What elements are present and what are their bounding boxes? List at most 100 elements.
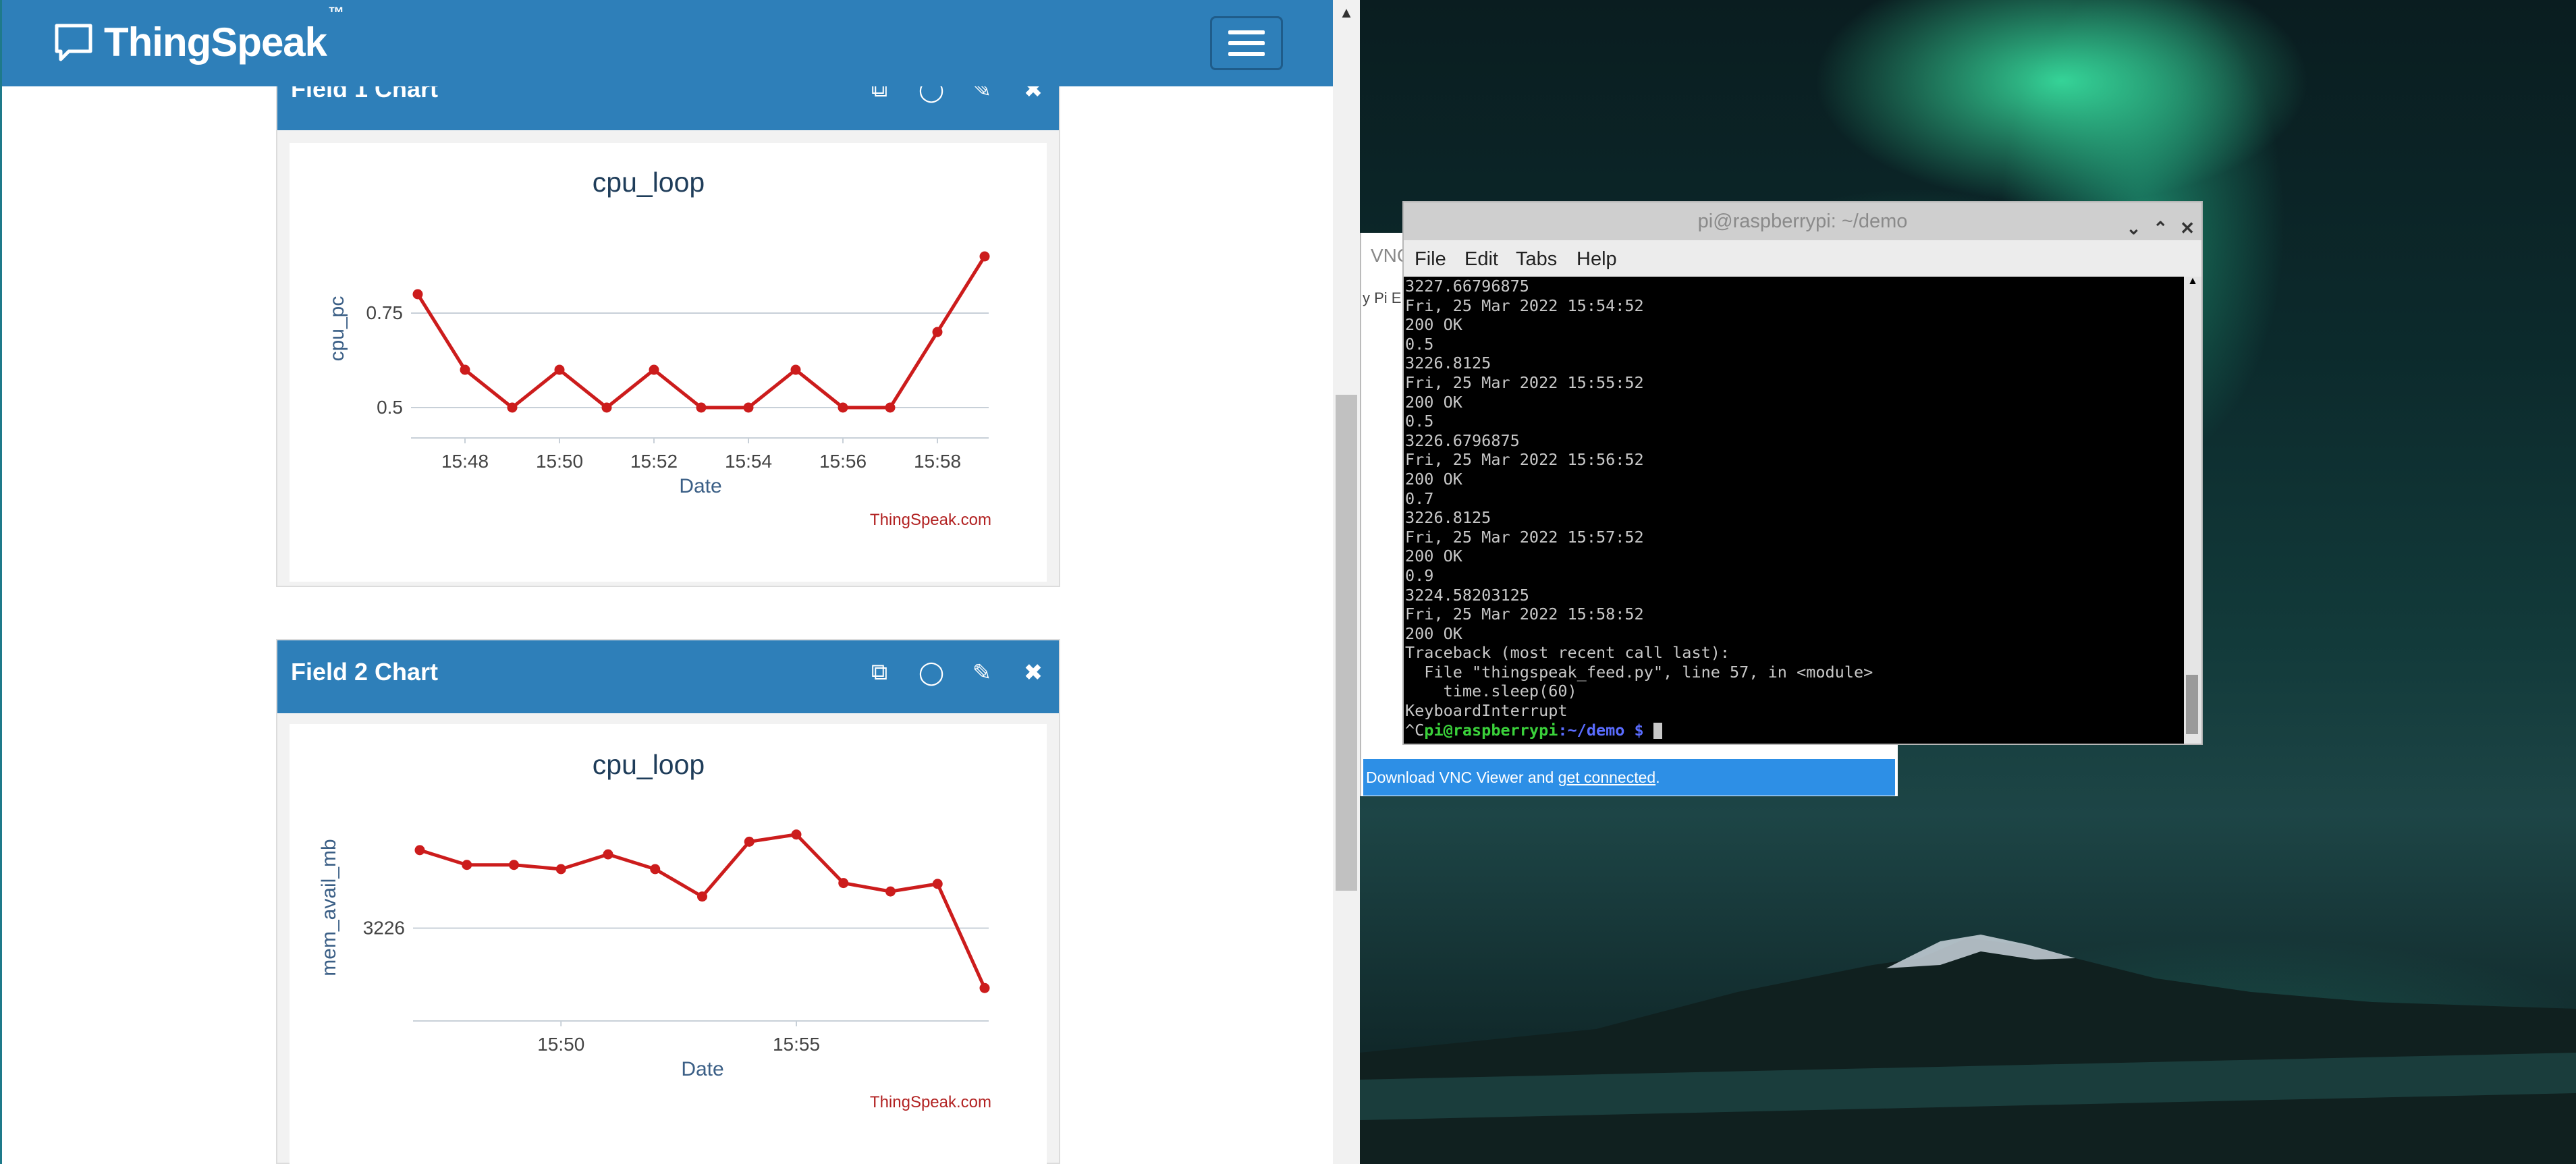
data-point[interactable] bbox=[650, 864, 661, 875]
y-axis-label: cpu_pc bbox=[326, 296, 348, 362]
browser-window: ThingSpeak™ Field 1 Chart ⧉ ◯ ✎ ✖ cpu_lo… bbox=[0, 0, 1360, 1164]
terminal-line: File "thingspeak_feed.py", line 57, in <… bbox=[1405, 662, 1873, 682]
data-point[interactable] bbox=[507, 402, 518, 413]
terminal-scroll-thumb[interactable] bbox=[2186, 675, 2198, 734]
x-tick-label: 15:54 bbox=[725, 451, 772, 472]
x-tick-label: 15:50 bbox=[537, 1034, 584, 1055]
terminal-output[interactable]: 3227.66796875 Fri, 25 Mar 2022 15:54:52 20… bbox=[1404, 277, 2184, 744]
vnc-text: y Pi E bbox=[1363, 289, 1402, 306]
x-tick-label: 15:58 bbox=[914, 451, 961, 472]
scroll-thumb[interactable] bbox=[1336, 395, 1357, 891]
banner-text: Download VNC Viewer and bbox=[1366, 769, 1558, 786]
thingspeak-logo[interactable]: ThingSpeak™ bbox=[53, 4, 344, 65]
terminal-line: 200 OK bbox=[1405, 469, 1462, 489]
terminal-line: 3226.8125 bbox=[1405, 354, 1491, 373]
terminal-line: 0.7 bbox=[1405, 489, 1434, 508]
menu-edit[interactable]: Edit bbox=[1464, 248, 1498, 271]
menu-tabs[interactable]: Tabs bbox=[1516, 248, 1557, 271]
vnc-download-banner: Download VNC Viewer and get connected. bbox=[1363, 759, 1895, 796]
series-line bbox=[419, 833, 987, 989]
data-point[interactable] bbox=[603, 849, 613, 860]
close-icon[interactable]: ✖ bbox=[1021, 659, 1045, 686]
x-tick-label: 15:50 bbox=[536, 451, 583, 472]
menu-bar bbox=[1228, 52, 1265, 56]
data-point[interactable] bbox=[885, 886, 896, 897]
data-point[interactable] bbox=[885, 402, 896, 413]
terminal-menu-bar: File Edit Tabs Help bbox=[1404, 240, 2201, 277]
scroll-up-arrow-icon[interactable]: ▲ bbox=[1333, 4, 1360, 22]
terminal-line: Fri, 25 Mar 2022 15:54:52 bbox=[1405, 296, 1644, 315]
x-tick-label: 15:55 bbox=[773, 1034, 820, 1055]
watermark[interactable]: ThingSpeak.com bbox=[870, 1093, 991, 1111]
scroll-up-arrow-icon[interactable]: ▲ bbox=[2184, 275, 2201, 287]
data-point[interactable] bbox=[979, 982, 990, 993]
terminal-line: Traceback (most recent call last): bbox=[1405, 643, 1730, 663]
menu-bar bbox=[1228, 41, 1265, 45]
data-point[interactable] bbox=[932, 327, 943, 337]
terminal-lines: 3227.66796875 Fri, 25 Mar 2022 15:54:52 20… bbox=[1405, 277, 2184, 721]
data-point[interactable] bbox=[462, 860, 472, 870]
data-point[interactable] bbox=[460, 364, 470, 375]
interrupt-marker: ^C bbox=[1405, 720, 1425, 740]
x-axis-label: Date bbox=[681, 1058, 723, 1080]
speech-bubble-icon bbox=[55, 24, 92, 61]
terminal-line: 200 OK bbox=[1405, 315, 1462, 335]
terminal-scrollbar[interactable]: ▲ bbox=[2184, 275, 2201, 744]
data-point[interactable] bbox=[601, 402, 612, 413]
terminal-window[interactable]: pi@raspberrypi: ~/demo ⌄ ⌃ ✕ File Edit T… bbox=[1402, 201, 2203, 745]
x-tick-label: 15:52 bbox=[630, 451, 678, 472]
terminal-line: 200 OK bbox=[1405, 392, 1462, 412]
memory-chart: cpu_loop mem_avail_mb Date ThingSpeak.co… bbox=[318, 749, 991, 1111]
panel-title: Field 2 Chart bbox=[291, 658, 439, 686]
data-point[interactable] bbox=[412, 289, 423, 300]
cpu-chart: cpu_loop cpu_pc Date ThingSpeak.com 0.5 0… bbox=[326, 167, 991, 529]
terminal-line: 3227.66796875 bbox=[1405, 277, 1529, 296]
data-point[interactable] bbox=[838, 402, 848, 413]
chart-title: cpu_loop bbox=[593, 167, 705, 198]
terminal-line: Fri, 25 Mar 2022 15:56:52 bbox=[1405, 450, 1644, 470]
prompt-path: :~/demo $ bbox=[1558, 720, 1653, 740]
chart-title: cpu_loop bbox=[593, 749, 705, 780]
terminal-line: KeyboardInterrupt bbox=[1405, 701, 1568, 721]
pencil-icon[interactable]: ✎ bbox=[970, 659, 994, 686]
get-connected-link[interactable]: get connected bbox=[1558, 769, 1656, 786]
data-point[interactable] bbox=[555, 864, 566, 875]
comment-icon[interactable]: ◯ bbox=[919, 659, 944, 686]
x-axis-label: Date bbox=[679, 475, 721, 497]
page-scrollbar[interactable]: ▲ bbox=[1333, 0, 1360, 1164]
data-point[interactable] bbox=[554, 364, 565, 375]
data-point[interactable] bbox=[649, 364, 659, 375]
data-point[interactable] bbox=[932, 879, 943, 889]
data-point[interactable] bbox=[979, 251, 990, 262]
chart-container: cpu_loop mem_avail_mb Date ThingSpeak.co… bbox=[290, 724, 1047, 1164]
hamburger-menu-button[interactable] bbox=[1210, 16, 1283, 70]
chart-container: cpu_loop cpu_pc Date ThingSpeak.com 0.5 0… bbox=[290, 143, 1047, 582]
data-point[interactable] bbox=[697, 891, 707, 902]
data-point[interactable] bbox=[414, 845, 425, 856]
terminal-line: time.sleep(60) bbox=[1405, 682, 1577, 701]
data-point[interactable] bbox=[790, 364, 801, 375]
data-point[interactable] bbox=[791, 829, 802, 840]
menu-help[interactable]: Help bbox=[1577, 248, 1617, 271]
y-tick-label: 0.75 bbox=[366, 302, 404, 323]
watermark[interactable]: ThingSpeak.com bbox=[870, 511, 991, 529]
data-point[interactable] bbox=[696, 402, 707, 413]
thingspeak-header: ThingSpeak™ bbox=[2, 0, 1333, 86]
data-point[interactable] bbox=[744, 836, 755, 847]
data-point[interactable] bbox=[838, 878, 849, 889]
data-point[interactable] bbox=[743, 402, 754, 413]
data-point[interactable] bbox=[509, 860, 519, 870]
terminal-prompt[interactable]: ^Cpi@raspberrypi:~/demo $ bbox=[1405, 721, 2184, 740]
terminal-title-bar[interactable]: pi@raspberrypi: ~/demo ⌄ ⌃ ✕ bbox=[1404, 202, 2201, 240]
y-tick-label: 3226 bbox=[363, 918, 405, 939]
terminal-line: 0.9 bbox=[1405, 565, 1434, 585]
terminal-line: 3226.8125 bbox=[1405, 508, 1491, 528]
y-tick-label: 0.5 bbox=[377, 397, 403, 418]
external-link-icon[interactable]: ⧉ bbox=[867, 659, 892, 686]
terminal-line: Fri, 25 Mar 2022 15:55:52 bbox=[1405, 372, 1644, 392]
menu-file[interactable]: File bbox=[1415, 248, 1446, 271]
terminal-line: 0.5 bbox=[1405, 334, 1434, 354]
banner-suffix: . bbox=[1655, 769, 1660, 786]
text-cursor bbox=[1653, 723, 1662, 740]
x-tick-label: 15:48 bbox=[441, 451, 489, 472]
